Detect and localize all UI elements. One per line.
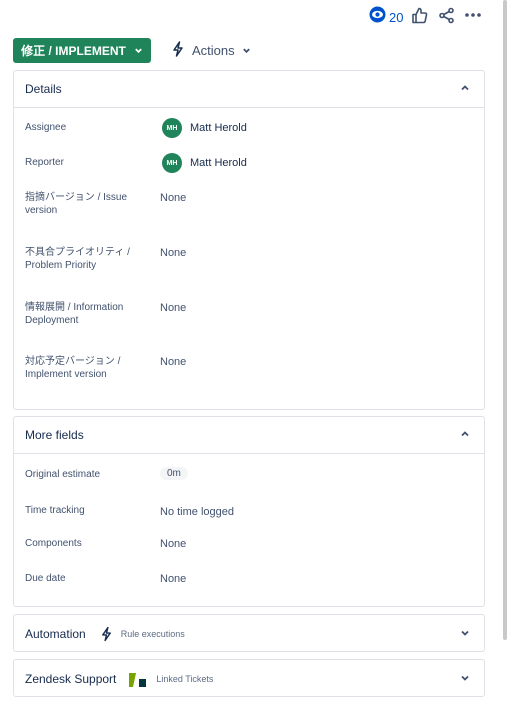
label-line: version: [25, 205, 58, 216]
status-label: 修正 / IMPLEMENT: [21, 44, 126, 58]
chevron-down-icon: [242, 43, 251, 58]
actions-label: Actions: [192, 43, 235, 58]
more-fields-panel: More fields Original estimate 0m Time tr…: [13, 416, 485, 607]
reporter-user[interactable]: MH Matt Herold: [162, 153, 247, 173]
zendesk-title: Zendesk Support: [25, 671, 117, 686]
original-estimate-label: Original estimate: [25, 469, 101, 480]
scrollbar-thumb[interactable]: [503, 0, 507, 640]
label-line: Problem Priority: [25, 260, 97, 271]
zendesk-panel: Zendesk Support Linked Tickets: [13, 659, 485, 697]
due-date-value[interactable]: None: [160, 572, 186, 586]
eye-icon: [369, 6, 386, 28]
label-line: Deployment: [25, 315, 79, 326]
assignee-user[interactable]: MH Matt Herold: [162, 118, 247, 138]
automation-panel: Automation Rule executions: [13, 614, 485, 652]
label-line: 指摘バージョン / Issue: [25, 192, 128, 203]
time-tracking-value[interactable]: No time logged: [160, 505, 234, 519]
scrollbar[interactable]: [502, 0, 508, 706]
details-title: Details: [25, 82, 62, 96]
details-header[interactable]: Details: [14, 71, 484, 108]
problem-priority-value[interactable]: None: [160, 246, 186, 260]
lightning-icon: [171, 41, 185, 60]
zendesk-header[interactable]: Zendesk Support Linked Tickets: [14, 660, 484, 697]
chevron-down-icon: [460, 670, 470, 688]
information-deployment-value[interactable]: None: [160, 301, 186, 315]
avatar: MH: [162, 153, 182, 173]
components-value[interactable]: None: [160, 537, 186, 551]
problem-priority-label: 不具合プライオリティ / Problem Priority: [25, 246, 145, 272]
chevron-up-icon: [460, 426, 470, 444]
assignee-name: Matt Herold: [190, 122, 247, 134]
automation-title: Automation: [25, 626, 86, 641]
lightning-icon: [100, 626, 113, 642]
reporter-label: Reporter: [25, 157, 64, 168]
label-line: 情報展開 / Information: [25, 302, 124, 313]
reporter-name: Matt Herold: [190, 157, 247, 169]
zendesk-logo-icon: [128, 671, 148, 687]
time-tracking-label: Time tracking: [25, 505, 85, 516]
issue-version-label: 指摘バージョン / Issue version: [25, 191, 145, 217]
automation-subtitle: Rule executions: [120, 628, 185, 639]
due-date-label: Due date: [25, 573, 66, 584]
chevron-up-icon: [460, 80, 470, 98]
components-label: Components: [25, 538, 82, 549]
chevron-down-icon: [460, 625, 470, 643]
watch-count: 20: [389, 9, 404, 25]
label-line: 不具合プライオリティ /: [25, 247, 130, 258]
automation-header[interactable]: Automation Rule executions: [14, 615, 484, 652]
chevron-down-icon: [134, 44, 143, 58]
more-actions-icon[interactable]: [464, 6, 482, 24]
label-line: Implement version: [25, 369, 107, 380]
implement-version-label: 対応予定バージョン / Implement version: [25, 355, 145, 381]
status-transition-button[interactable]: 修正 / IMPLEMENT: [13, 38, 151, 63]
information-deployment-label: 情報展開 / Information Deployment: [25, 301, 145, 327]
avatar: MH: [162, 118, 182, 138]
original-estimate-value[interactable]: 0m: [160, 467, 188, 480]
implement-version-value[interactable]: None: [160, 355, 186, 369]
like-icon[interactable]: [410, 6, 428, 24]
watch-button[interactable]: 20: [369, 6, 403, 28]
more-fields-title: More fields: [25, 428, 84, 442]
issue-topbar: 20: [0, 0, 500, 30]
actions-button[interactable]: Actions: [165, 38, 257, 63]
more-fields-header[interactable]: More fields: [14, 417, 484, 454]
issue-version-value[interactable]: None: [160, 191, 186, 205]
share-icon[interactable]: [437, 6, 455, 24]
zendesk-subtitle: Linked Tickets: [156, 673, 214, 684]
details-panel: Details Assignee MH Matt Herold Reporter…: [13, 70, 485, 410]
label-line: 対応予定バージョン /: [25, 356, 121, 367]
assignee-label: Assignee: [25, 122, 67, 133]
